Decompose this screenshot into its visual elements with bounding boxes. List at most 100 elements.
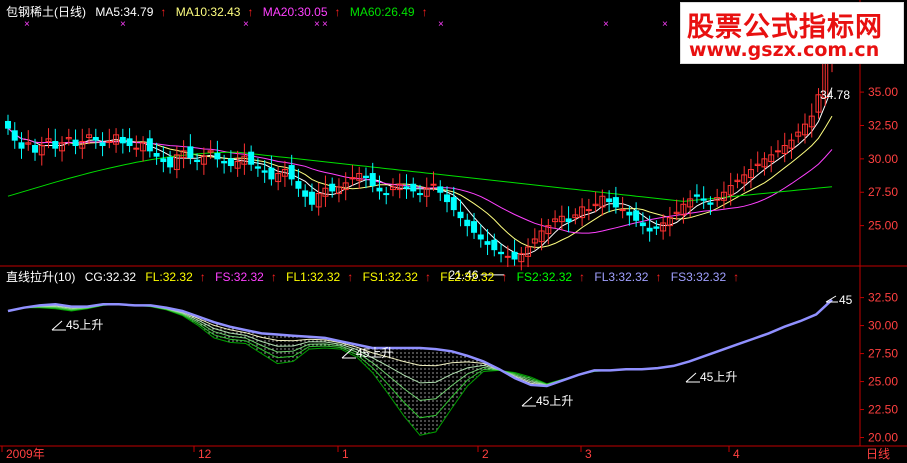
up-arrow-icon: ↑ [270, 270, 277, 284]
signal-tick [51, 320, 63, 331]
candle-body [417, 193, 423, 196]
candle-body [565, 218, 572, 223]
event-marker-icon: × [662, 19, 668, 30]
candle-body [639, 222, 646, 227]
candle [552, 210, 559, 229]
candle [308, 183, 315, 211]
indicator-title[interactable]: 直线拉升(10) [6, 270, 75, 284]
fs-label: FS:32.32 [215, 270, 264, 284]
candle [295, 168, 302, 197]
candle [538, 218, 545, 251]
indicator-tick-label: 27.50 [868, 347, 898, 361]
time-tick-label: 12 [198, 447, 212, 461]
up-arrow-icon: ↑ [579, 270, 586, 284]
stock-chart[interactable]: 25.0027.5030.0032.5035.0037.5020.0022.50… [0, 0, 907, 463]
candle [126, 128, 133, 153]
ma10-label: MA10:32.43 [175, 5, 241, 19]
candle-body [444, 194, 451, 203]
candle-body [167, 157, 174, 168]
candle [714, 188, 721, 207]
ma10-line [7, 115, 833, 248]
candle [234, 150, 241, 177]
fs2-label: FS2:32.32 [516, 270, 573, 284]
candle-body [160, 158, 167, 163]
up-arrow-icon: ↑ [247, 5, 254, 19]
candle-body [146, 138, 153, 152]
candle-body [619, 209, 626, 212]
candle [666, 206, 673, 237]
ma20-label: MA20:30.05 [262, 5, 328, 19]
site-watermark: 股票公式指标网 www.gszx.com.cn [680, 2, 904, 64]
event-marker-icon: × [438, 19, 444, 30]
candle-body [410, 183, 417, 192]
event-marker-icon: × [314, 19, 320, 30]
candle-body [403, 186, 410, 189]
signal-label: 45上升 [700, 370, 737, 384]
candle-body [362, 175, 369, 179]
stock-title[interactable]: 包钢稀土(日线) [6, 5, 86, 19]
candle [383, 186, 390, 205]
candle-body [477, 234, 484, 240]
candle-body [227, 158, 234, 167]
event-marker-icon: × [603, 19, 609, 30]
up-arrow-icon: ↑ [334, 5, 341, 19]
candle [335, 178, 342, 203]
candle [187, 134, 194, 165]
candle-body [646, 227, 653, 232]
candle [389, 178, 396, 197]
candle-body [606, 198, 613, 203]
candle [362, 167, 369, 189]
up-arrow-icon: ↑ [347, 270, 354, 284]
candle-body [261, 170, 268, 173]
up-arrow-icon: ↑ [199, 270, 206, 284]
candle [720, 181, 727, 209]
up-arrow-icon: ↑ [160, 5, 167, 19]
time-tick-label: 2 [482, 447, 489, 461]
candle-body [774, 150, 781, 153]
period-button[interactable]: 日线 [866, 447, 890, 461]
candle [558, 205, 565, 231]
candle-body [308, 191, 315, 205]
candle-body [376, 187, 383, 192]
candle-body [221, 161, 228, 164]
indicator-tick-label: 30.00 [868, 319, 898, 333]
candle [11, 122, 18, 149]
candle [214, 140, 221, 168]
candle [140, 136, 147, 162]
candle [92, 128, 99, 149]
candle-body [268, 167, 275, 180]
candle-body [430, 183, 437, 186]
candle-body [52, 141, 59, 149]
candle [133, 135, 140, 157]
candle-body [626, 211, 633, 216]
indicator-legend: 直线拉升(10) CG:32.32 FL:32.32 ↑ FS:32.32 ↑ FL… [6, 270, 745, 284]
candle-body [302, 190, 309, 197]
candle [423, 177, 430, 207]
candle [781, 132, 788, 163]
indicator-tick-label: 22.50 [868, 403, 898, 417]
candle-body [369, 173, 376, 187]
indicator-tick-label: 20.00 [868, 431, 898, 445]
signal-label: 45上升 [536, 394, 573, 408]
ma60-label: MA60:26.49 [349, 5, 415, 19]
candle-body [707, 202, 714, 205]
candle [302, 184, 309, 207]
candlestick-series [5, 33, 835, 271]
fs3-label: FS3:32.32 [670, 270, 727, 284]
candle [281, 160, 288, 187]
candle [180, 140, 187, 169]
candle [599, 189, 606, 216]
candle [747, 158, 754, 189]
candle-body [585, 209, 592, 212]
candle-body [457, 211, 464, 219]
candle [403, 174, 410, 199]
candle-body [133, 147, 140, 150]
candle-body [450, 197, 457, 211]
candle [396, 173, 403, 199]
time-tick-label: 3 [585, 447, 592, 461]
candle [322, 175, 329, 207]
candle [808, 103, 815, 138]
candle-body [254, 166, 261, 169]
candle [194, 153, 201, 171]
last-price-label: 34.78 [820, 88, 850, 102]
